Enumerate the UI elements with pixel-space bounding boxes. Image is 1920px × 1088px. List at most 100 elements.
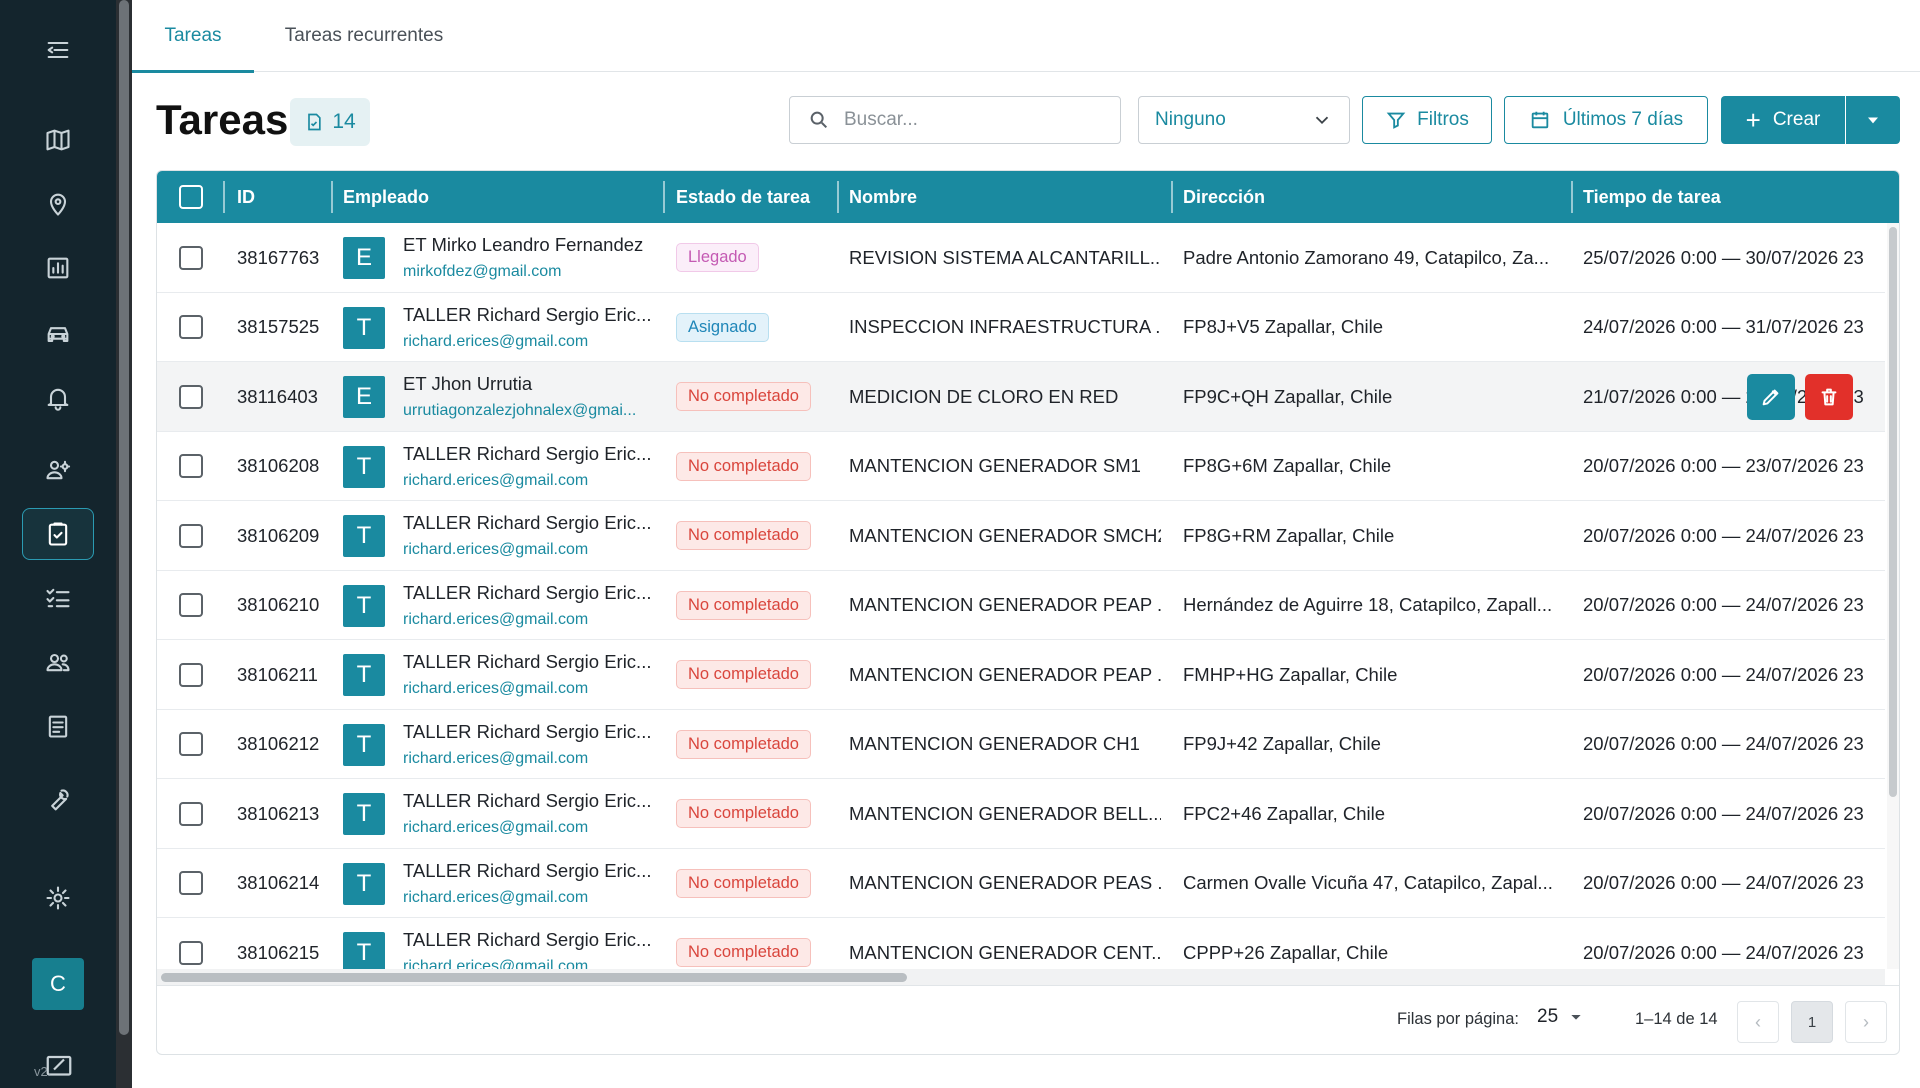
create-menu-button[interactable] xyxy=(1846,96,1900,144)
task-time: 25/07/2026 0:00 — 30/07/2026 23 xyxy=(1583,246,1864,268)
column-empleado[interactable]: Empleado xyxy=(343,171,429,223)
table-row[interactable]: 38106215 T TALLER Richard Sergio Eric...… xyxy=(157,918,1885,969)
select-all-checkbox[interactable] xyxy=(179,171,203,223)
table-row[interactable]: 38106212 T TALLER Richard Sergio Eric...… xyxy=(157,709,1885,779)
employee-name[interactable]: TALLER Richard Sergio Eric... xyxy=(403,929,651,951)
delete-button[interactable] xyxy=(1805,374,1853,420)
employee-email[interactable]: mirkofdez@gmail.com xyxy=(403,263,562,281)
rows-per-page-select[interactable]: 25 xyxy=(1537,1006,1584,1028)
employee-email[interactable]: richard.erices@gmail.com xyxy=(403,958,588,969)
table-row[interactable]: 38106214 T TALLER Richard Sergio Eric...… xyxy=(157,848,1885,918)
employee-avatar: T xyxy=(343,723,385,766)
filters-button[interactable]: Filtros xyxy=(1362,96,1492,144)
row-checkbox[interactable] xyxy=(179,640,203,709)
wrench-icon[interactable] xyxy=(22,774,94,826)
task-name: MANTENCION GENERADOR CENT... xyxy=(849,941,1161,963)
task-id: 38106215 xyxy=(237,941,320,963)
column-id[interactable]: ID xyxy=(237,171,255,223)
task-count: 14 xyxy=(332,110,356,133)
row-checkbox[interactable] xyxy=(179,849,203,918)
column-estado[interactable]: Estado de tarea xyxy=(676,171,810,223)
previous-page-button[interactable]: ‹ xyxy=(1737,1001,1779,1043)
task-id: 38106209 xyxy=(237,524,320,546)
employee-email[interactable]: richard.erices@gmail.com xyxy=(403,750,588,768)
chart-icon[interactable] xyxy=(22,242,94,294)
employee-name[interactable]: TALLER Richard Sergio Eric... xyxy=(403,304,651,326)
user-avatar[interactable]: C xyxy=(32,958,84,1010)
employee-name[interactable]: TALLER Richard Sergio Eric... xyxy=(403,512,651,534)
calendar-icon xyxy=(1531,111,1549,129)
search-box[interactable] xyxy=(789,96,1121,144)
row-checkbox[interactable] xyxy=(179,779,203,848)
employee-email[interactable]: richard.erices@gmail.com xyxy=(403,541,588,559)
table-row[interactable]: 38106211 T TALLER Richard Sergio Eric...… xyxy=(157,640,1885,710)
next-page-button[interactable]: › xyxy=(1845,1001,1887,1043)
row-checkbox[interactable] xyxy=(179,432,203,501)
employee-name[interactable]: TALLER Richard Sergio Eric... xyxy=(403,582,651,604)
column-direccion[interactable]: Dirección xyxy=(1183,171,1265,223)
row-checkbox[interactable] xyxy=(179,571,203,640)
row-checkbox[interactable] xyxy=(179,710,203,779)
table-row[interactable]: 38106208 T TALLER Richard Sergio Eric...… xyxy=(157,431,1885,501)
date-range-button[interactable]: Últimos 7 días xyxy=(1504,96,1708,144)
employee-name[interactable]: TALLER Richard Sergio Eric... xyxy=(403,721,651,743)
employee-email[interactable]: richard.erices@gmail.com xyxy=(403,333,588,351)
status-badge: No completado xyxy=(676,868,811,898)
employee-email[interactable]: richard.erices@gmail.com xyxy=(403,889,588,907)
user-settings-icon[interactable] xyxy=(22,444,94,496)
search-input[interactable] xyxy=(844,109,1094,131)
group-by-select[interactable]: Ninguno xyxy=(1138,96,1350,144)
employee-name[interactable]: ET Mirko Leandro Fernandez xyxy=(403,234,643,256)
table-row[interactable]: 38157525 T TALLER Richard Sergio Eric...… xyxy=(157,292,1885,362)
sidebar-scrollbar[interactable] xyxy=(116,0,132,1088)
group-by-value: Ninguno xyxy=(1155,109,1226,130)
row-checkbox[interactable] xyxy=(179,501,203,570)
current-page-button[interactable]: 1 xyxy=(1791,1001,1833,1043)
menu-collapse-icon[interactable] xyxy=(22,24,94,76)
employee-name[interactable]: TALLER Richard Sergio Eric... xyxy=(403,443,651,465)
table-vertical-scrollbar[interactable] xyxy=(1887,223,1899,969)
table-row[interactable]: 38167763 E ET Mirko Leandro Fernandez mi… xyxy=(157,223,1885,293)
filter-icon xyxy=(1386,112,1406,129)
employee-name[interactable]: ET Jhon Urrutia xyxy=(403,373,532,395)
document-icon[interactable] xyxy=(22,700,94,752)
employee-email[interactable]: richard.erices@gmail.com xyxy=(403,611,588,629)
location-pin-icon[interactable] xyxy=(22,178,94,230)
checklist-icon[interactable] xyxy=(22,572,94,624)
tab-tareas[interactable]: Tareas xyxy=(132,0,254,73)
table-horizontal-scrollbar[interactable] xyxy=(157,969,1885,985)
employee-email[interactable]: urrutiagonzalezjohnalex@gmai... xyxy=(403,402,636,420)
task-id: 38106214 xyxy=(237,872,320,893)
caret-down-icon xyxy=(1868,117,1878,124)
task-clipboard-icon[interactable] xyxy=(22,508,94,560)
employee-email[interactable]: richard.erices@gmail.com xyxy=(403,819,588,837)
car-icon[interactable] xyxy=(22,308,94,360)
row-checkbox[interactable] xyxy=(179,223,203,292)
row-checkbox[interactable] xyxy=(179,362,203,431)
row-checkbox[interactable] xyxy=(179,918,203,969)
employee-email[interactable]: richard.erices@gmail.com xyxy=(403,472,588,490)
task-time: 20/07/2026 0:00 — 24/07/2026 23 xyxy=(1583,663,1864,685)
map-icon[interactable] xyxy=(22,114,94,166)
employee-avatar: T xyxy=(343,862,385,905)
create-button[interactable]: + Crear xyxy=(1721,96,1845,144)
gear-icon[interactable] xyxy=(22,872,94,924)
task-name: MANTENCION GENERADOR PEAP ... xyxy=(849,663,1161,685)
edit-button[interactable] xyxy=(1747,374,1795,420)
table-row[interactable]: 38106209 T TALLER Richard Sergio Eric...… xyxy=(157,501,1885,571)
column-tiempo[interactable]: Tiempo de tarea xyxy=(1583,171,1721,223)
team-icon[interactable] xyxy=(22,636,94,688)
table-row[interactable]: 38106213 T TALLER Richard Sergio Eric...… xyxy=(157,779,1885,849)
tab-tareas-recurrentes[interactable]: Tareas recurrentes xyxy=(264,0,464,72)
employee-name[interactable]: TALLER Richard Sergio Eric... xyxy=(403,860,651,882)
row-checkbox[interactable] xyxy=(179,293,203,362)
bell-icon[interactable] xyxy=(22,372,94,424)
employee-email[interactable]: richard.erices@gmail.com xyxy=(403,680,588,698)
table-row[interactable]: 38116403 E ET Jhon Urrutia urrutiagonzal… xyxy=(157,362,1885,432)
employee-name[interactable]: TALLER Richard Sergio Eric... xyxy=(403,790,651,812)
task-time: 20/07/2026 0:00 — 24/07/2026 23 xyxy=(1583,733,1864,754)
table-row[interactable]: 38106210 T TALLER Richard Sergio Eric...… xyxy=(157,570,1885,640)
tab-bar: Tareas Tareas recurrentes xyxy=(132,0,1920,73)
employee-name[interactable]: TALLER Richard Sergio Eric... xyxy=(403,651,651,673)
column-nombre[interactable]: Nombre xyxy=(849,171,917,223)
